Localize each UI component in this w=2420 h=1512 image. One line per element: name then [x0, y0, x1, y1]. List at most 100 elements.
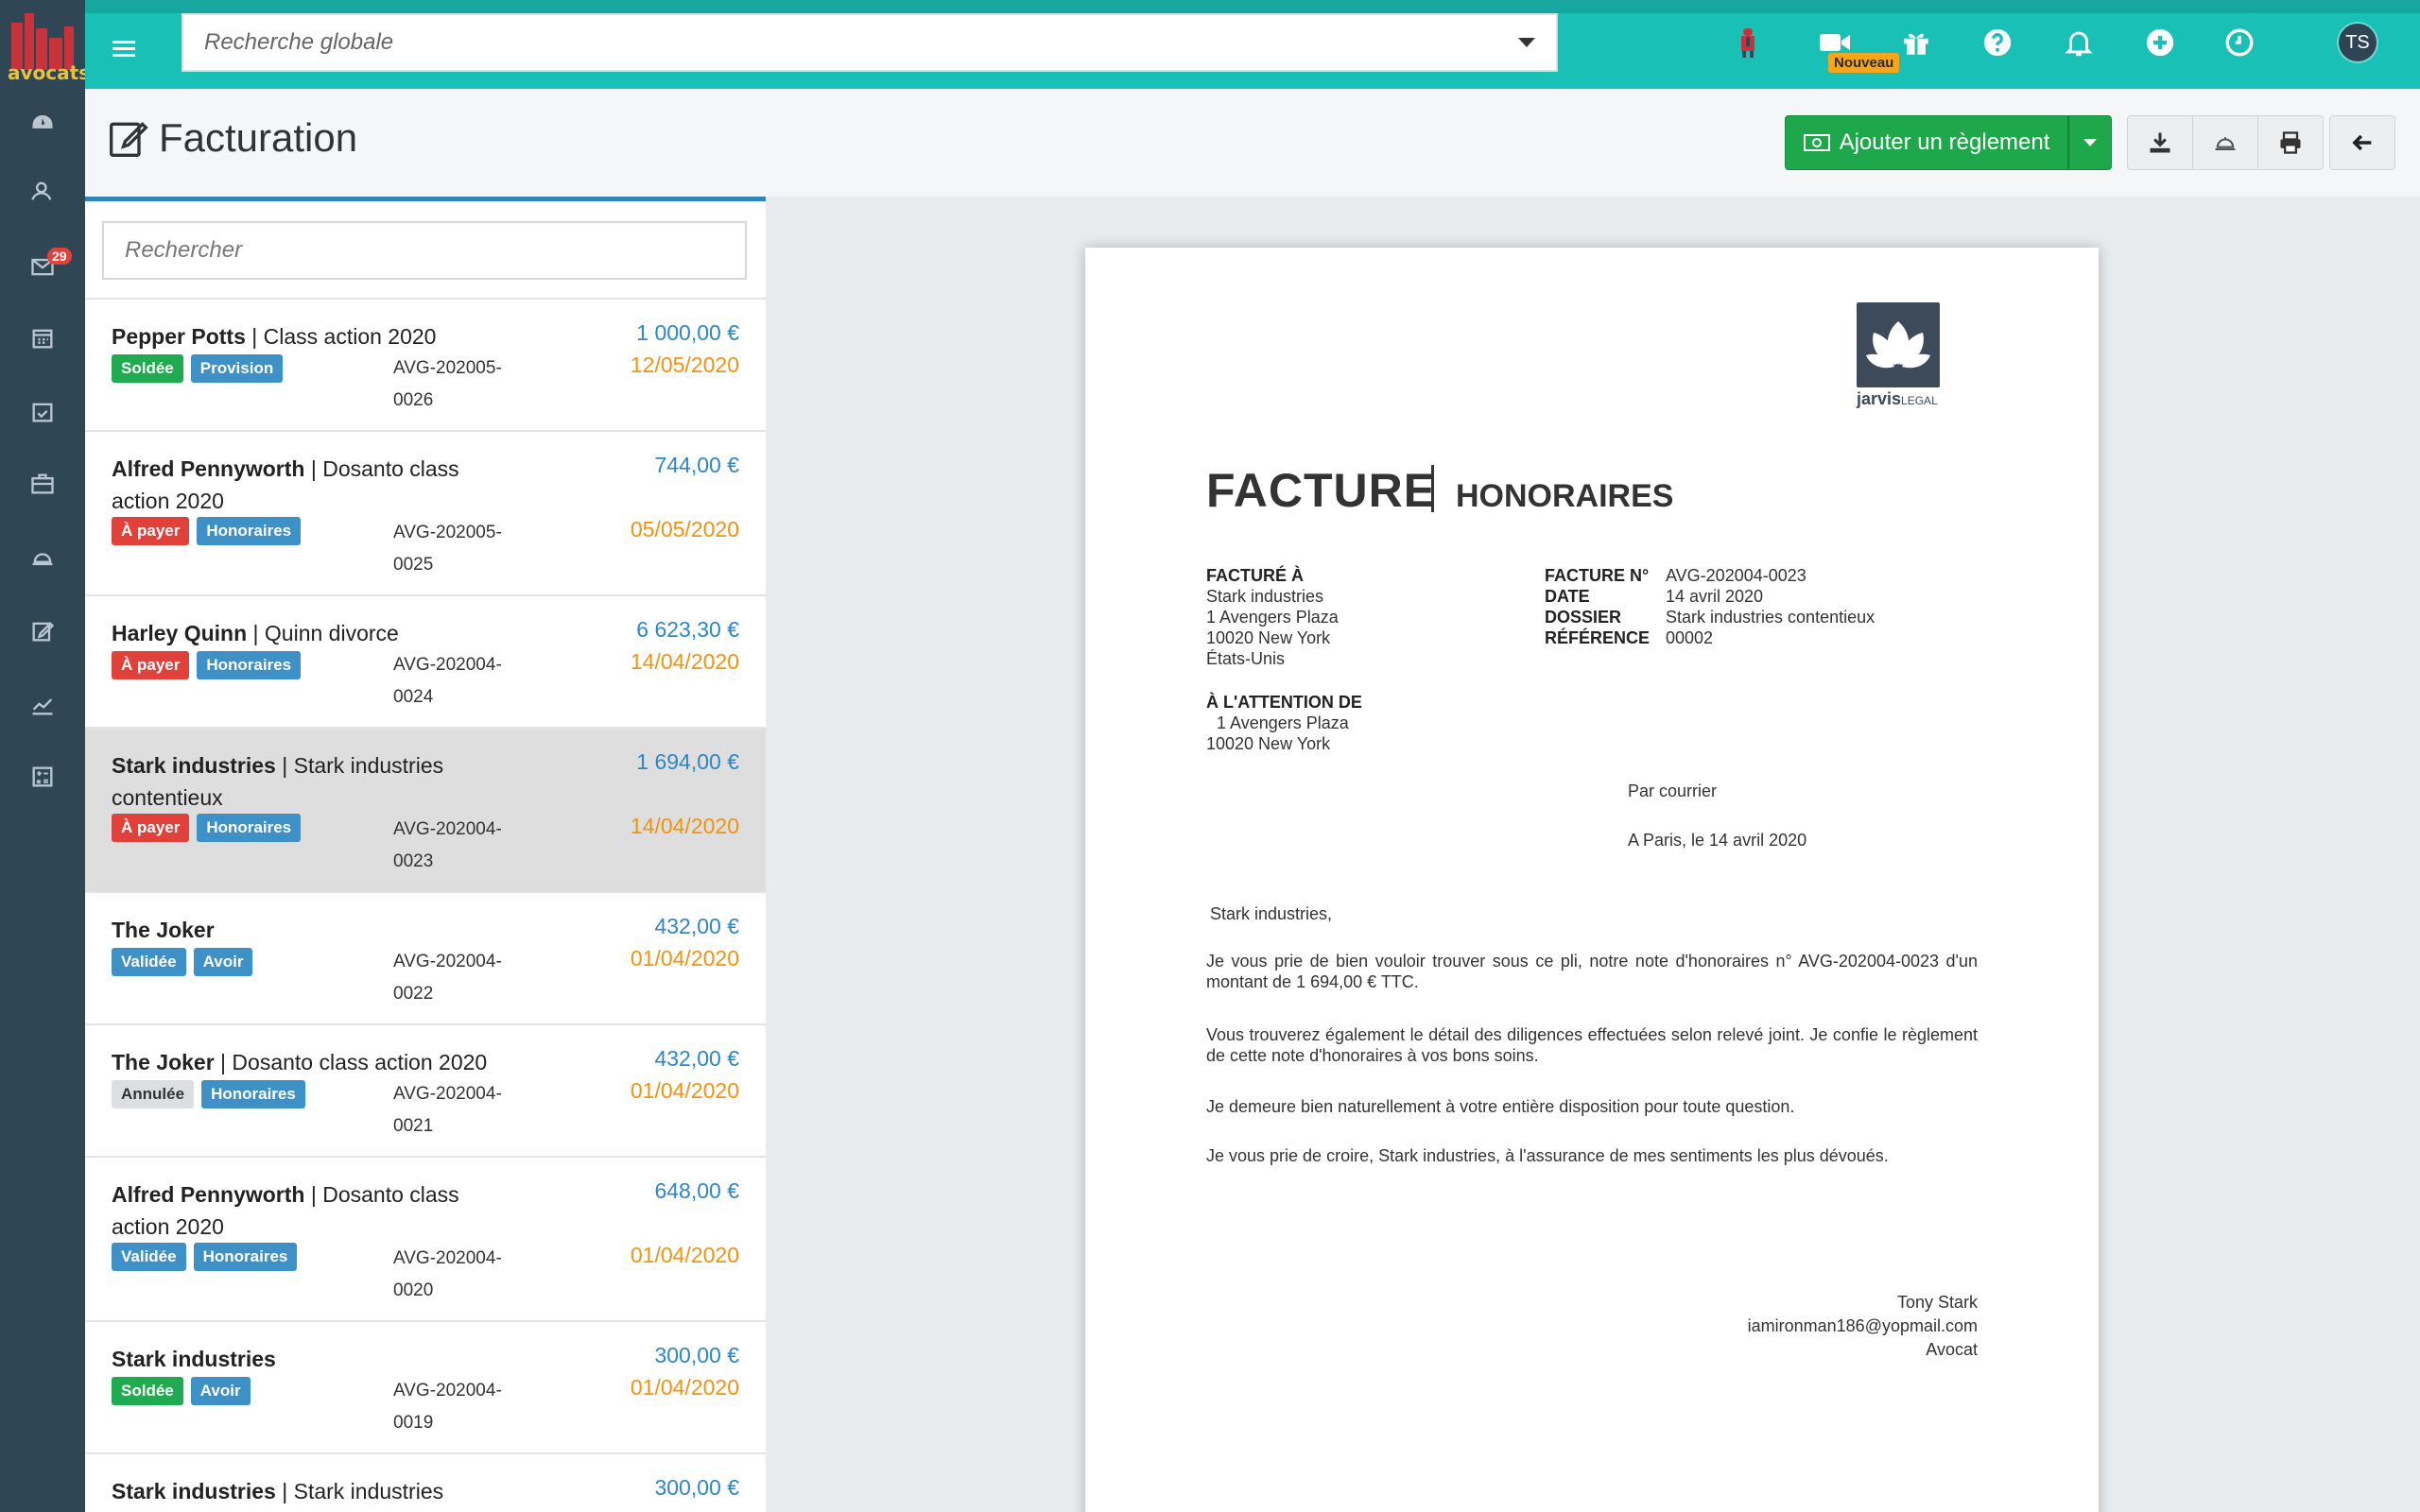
invoice-list-item[interactable]: Alfred Pennyworth | Dosanto class action…	[85, 1156, 766, 1320]
list-search[interactable]	[102, 221, 747, 280]
logo-icon: avocats	[0, 0, 85, 89]
sidebar-item-cases[interactable]	[0, 457, 85, 510]
notifications-button[interactable]	[2055, 19, 2102, 66]
case-name: | Quinn divorce	[247, 621, 399, 645]
invoice-ref: AVG-202004-0023	[393, 819, 502, 871]
billing-button[interactable]	[2192, 115, 2258, 170]
global-search[interactable]	[182, 13, 1558, 72]
add-payment-button[interactable]: Ajouter un règlement	[1785, 115, 2068, 170]
add-button[interactable]	[2136, 19, 2184, 66]
sidebar-item-dashboard[interactable]	[0, 96, 85, 149]
type-badge: Honoraires	[197, 651, 302, 679]
invoice-list-item[interactable]: Alfred Pennyworth | Dosanto class action…	[85, 430, 766, 594]
print-button[interactable]	[2257, 115, 2324, 170]
dossier-name: Stark industries contentieux	[1666, 608, 1876, 627]
date-label: DATE	[1545, 587, 1590, 606]
invoice-title: Pepper Potts | Class action 2020	[112, 320, 518, 352]
invoice-date: 01/04/2020	[630, 946, 739, 971]
sidebar-item-tasks[interactable]	[0, 386, 85, 438]
invoice-list-item[interactable]: The Joker | Dosanto class action 2020 43…	[85, 1023, 766, 1156]
invoice-amount: 300,00 €	[654, 1475, 739, 1500]
print-icon	[2280, 131, 2301, 154]
question-circle-icon	[1983, 28, 2012, 57]
invoice-tags: Validée Avoir	[112, 948, 253, 976]
invoice-title: Stark industries	[112, 1343, 518, 1375]
body-paragraph: Je demeure bien naturellement à votre en…	[1206, 1097, 1795, 1116]
clock-icon	[2225, 28, 2254, 57]
list-search-input[interactable]	[104, 223, 745, 278]
add-payment-label: Ajouter un règlement	[1839, 129, 2050, 155]
invoice-date: 01/04/2020	[630, 1375, 739, 1400]
gift-button[interactable]	[1893, 19, 1940, 66]
service-bell-icon	[2215, 137, 2236, 151]
invoice-list-item[interactable]: The Joker 432,00 € 01/04/2020 Validée Av…	[85, 891, 766, 1023]
invoice-title: Alfred Pennyworth | Dosanto class action…	[112, 1178, 518, 1243]
logo-suffix: LEGAL	[1901, 394, 1938, 407]
client-name: Alfred Pennyworth	[112, 1182, 305, 1207]
invoice-date: 01/04/2020	[630, 1078, 739, 1103]
help-button[interactable]	[1974, 19, 2021, 66]
sidebar-item-calendar[interactable]	[0, 312, 85, 365]
invoice-amount: 1 000,00 €	[636, 320, 739, 345]
sidebar-item-statistics[interactable]	[0, 679, 85, 731]
timer-button[interactable]	[2216, 19, 2263, 66]
logo-text: avocats	[8, 61, 85, 84]
client-name: The Joker	[112, 918, 215, 942]
invoice-list-item[interactable]: Stark industries 300,00 € 01/04/2020 Sol…	[85, 1320, 766, 1452]
status-badge: Soldée	[112, 354, 183, 383]
greeting: Stark industries,	[1210, 904, 1333, 923]
sidebar-item-invoicing[interactable]	[0, 605, 85, 658]
invoice-date: 14 avril 2020	[1666, 587, 1764, 606]
menu-toggle-button[interactable]	[106, 30, 144, 68]
attention-block: À L'ATTENTION DE 1 Avengers Plaza 10020 …	[1206, 692, 1362, 754]
invoice-title: The Joker | Dosanto class action 2020	[112, 1046, 518, 1078]
invoice-title: Stark industries | Stark industries cont…	[112, 1475, 518, 1512]
sidebar-item-contacts[interactable]	[0, 164, 85, 217]
sidebar-item-accounting[interactable]	[0, 750, 85, 803]
invoice-list-item[interactable]: Pepper Potts | Class action 2020 1 000,0…	[85, 298, 766, 430]
invoice-date: 12/05/2020	[630, 352, 739, 377]
dashboard-icon	[32, 114, 53, 129]
body-paragraph: Vous trouverez également le détail des d…	[1206, 1025, 1978, 1065]
invoice-title: Harley Quinn | Quinn divorce	[112, 617, 518, 649]
app-logo[interactable]: avocats	[0, 0, 85, 89]
firm-logo	[1857, 302, 1940, 387]
invoice-list-item[interactable]: Stark industries | Stark industries cont…	[85, 1452, 766, 1512]
invoice-tags: Validée Honoraires	[112, 1243, 298, 1271]
back-button[interactable]	[2329, 115, 2395, 170]
invoice-amount: 432,00 €	[654, 1046, 739, 1071]
plus-circle-icon	[2146, 28, 2174, 57]
attention-line: 10020 New York	[1206, 734, 1331, 753]
invoice-ref: AVG-202004-0024	[393, 655, 502, 707]
client-name: Harley Quinn	[112, 621, 248, 645]
invoice-list-item[interactable]: Harley Quinn | Quinn divorce 6 623,30 € …	[85, 594, 766, 727]
page-header: Facturation Ajouter un règlement	[85, 89, 2420, 197]
invoice-ref: AVG-202004-0021	[393, 1084, 502, 1136]
invoice-ref: AVG-202004-0019	[393, 1381, 502, 1433]
type-badge: Honoraires	[197, 814, 302, 842]
sidebar: avocats 29	[0, 0, 85, 1512]
new-feature-badge: Nouveau	[1828, 53, 1900, 73]
sidebar-item-mail[interactable]: 29	[0, 240, 85, 293]
type-badge: Avoir	[193, 948, 253, 976]
invoice-amount: 1 694,00 €	[636, 749, 739, 774]
briefcase-icon	[31, 473, 54, 494]
attention-line: 1 Avengers Plaza	[1217, 713, 1349, 732]
sidebar-item-billing-hours[interactable]	[0, 531, 85, 584]
mail-count-badge: 29	[47, 248, 72, 265]
type-badge: Honoraires	[201, 1080, 305, 1108]
chart-line-icon	[32, 698, 53, 715]
global-search-input[interactable]	[183, 29, 1488, 56]
billed-to-label: FACTURÉ À	[1206, 566, 1304, 585]
invoice-document-preview: jarvisLEGAL FACTURE HONORAIRES FACTURÉ À…	[1085, 248, 2099, 1512]
invoice-ref: AVG-202005-0025	[393, 523, 502, 575]
user-avatar[interactable]: TS	[2337, 22, 2378, 63]
timer-figure-button[interactable]	[1724, 19, 1772, 66]
chevron-down-icon[interactable]	[1518, 38, 1535, 47]
body-paragraph: Je vous prie de croire, Stark industries…	[1206, 1146, 1889, 1165]
firm-logo-text: jarvisLEGAL	[1857, 389, 1938, 409]
invoice-amount: 300,00 €	[654, 1343, 739, 1367]
add-payment-dropdown-button[interactable]	[2068, 115, 2112, 170]
invoice-list-item-selected[interactable]: Stark industries | Stark industries cont…	[85, 727, 766, 891]
download-button[interactable]	[2127, 115, 2193, 170]
